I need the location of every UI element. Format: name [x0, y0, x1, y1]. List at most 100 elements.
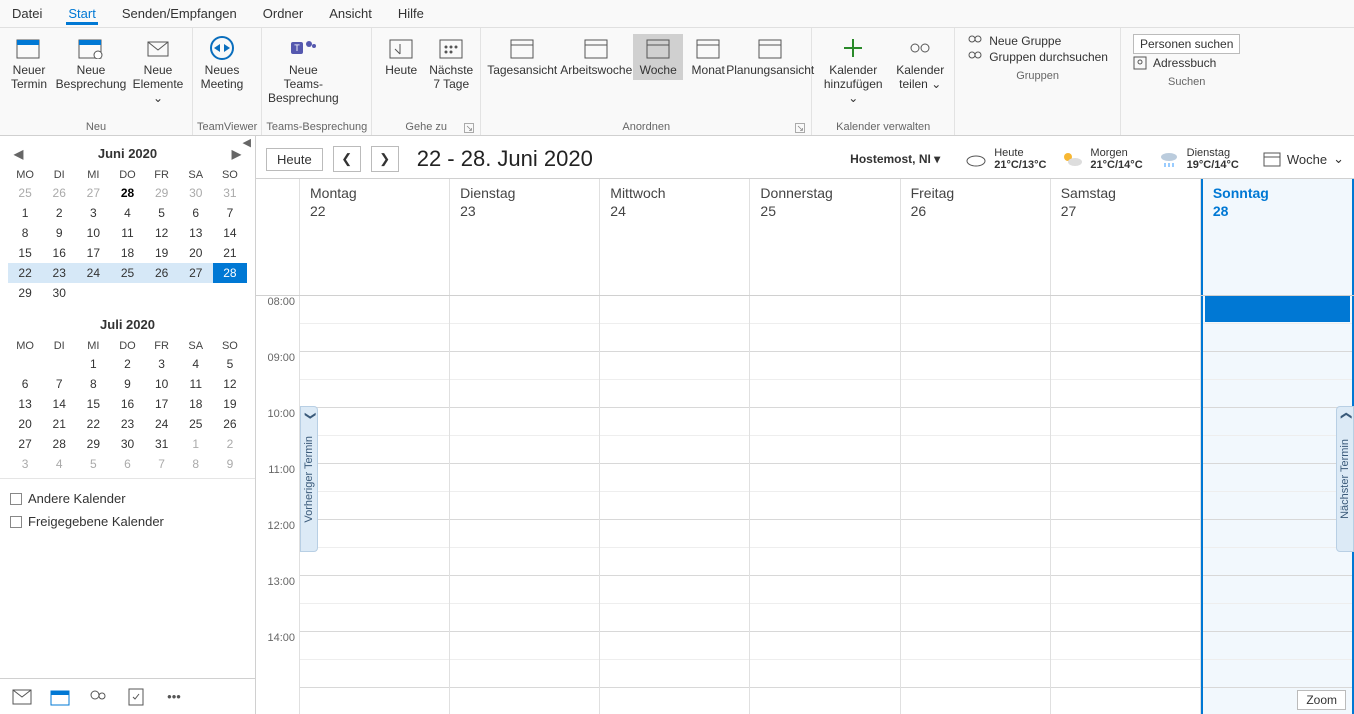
collapse-sidebar-icon[interactable]: ◀: [243, 136, 251, 149]
mini-cal-day[interactable]: 9: [42, 223, 76, 243]
new-appointment-button[interactable]: Neuer Termin: [4, 34, 54, 94]
tasks-icon[interactable]: [126, 687, 146, 707]
add-calendar-button[interactable]: Kalender hinzufügen ⌄: [816, 34, 890, 107]
weather-dienstag[interactable]: Dienstag19°C/14°C: [1157, 147, 1239, 171]
mini-cal-day[interactable]: 29: [8, 283, 42, 303]
next-7-days-button[interactable]: Nächste 7 Tage: [426, 34, 476, 94]
teams-meeting-button[interactable]: T Neue Teams-Besprechung: [266, 34, 340, 107]
mini-cal-day[interactable]: 10: [145, 374, 179, 394]
day-column-freitag[interactable]: [901, 296, 1051, 714]
mini-cal-day[interactable]: 23: [42, 263, 76, 283]
mini-cal-day[interactable]: 2: [110, 354, 144, 374]
mini-cal-day[interactable]: 20: [179, 243, 213, 263]
mini-cal-day[interactable]: 1: [179, 434, 213, 454]
checkbox-icon[interactable]: [10, 516, 22, 528]
day-header-montag[interactable]: Montag22: [300, 179, 450, 295]
mini-cal-day[interactable]: 31: [213, 183, 247, 203]
mini-cal-day[interactable]: 30: [110, 434, 144, 454]
mini-cal-day[interactable]: 19: [213, 394, 247, 414]
view-tagesansicht-button[interactable]: Tagesansicht: [485, 34, 559, 80]
new-group-button[interactable]: Neue Gruppe: [967, 34, 1108, 48]
mini-cal-day[interactable]: 9: [213, 454, 247, 474]
view-woche-button[interactable]: Woche: [633, 34, 683, 80]
calendar-icon[interactable]: [50, 687, 70, 707]
mini-cal-day[interactable]: 1: [8, 203, 42, 223]
mini-cal-day[interactable]: 24: [145, 414, 179, 434]
mini-cal-day[interactable]: 30: [42, 283, 76, 303]
weather-heute[interactable]: Heute21°C/13°C: [964, 147, 1046, 171]
goto-today-button[interactable]: Heute: [376, 34, 426, 80]
mini-cal-day[interactable]: 23: [110, 414, 144, 434]
people-icon[interactable]: [88, 687, 108, 707]
mini-cal-day[interactable]: 20: [8, 414, 42, 434]
mail-icon[interactable]: [12, 687, 32, 707]
mini-cal-day[interactable]: 25: [179, 414, 213, 434]
mini-cal-day[interactable]: 6: [179, 203, 213, 223]
mini-cal-day[interactable]: 14: [213, 223, 247, 243]
mini-cal-day[interactable]: 8: [76, 374, 110, 394]
mini-cal-day[interactable]: 2: [42, 203, 76, 223]
mini-cal-day[interactable]: 7: [42, 374, 76, 394]
more-icon[interactable]: •••: [164, 687, 184, 707]
mini-cal-day[interactable]: 27: [8, 434, 42, 454]
menu-ansicht[interactable]: Ansicht: [327, 2, 374, 25]
mini-cal-day[interactable]: 4: [179, 354, 213, 374]
weather-morgen[interactable]: Morgen21°C/14°C: [1060, 147, 1142, 171]
day-header-samstag[interactable]: Samstag27: [1051, 179, 1201, 295]
mini-cal-day[interactable]: 2: [213, 434, 247, 454]
mini-cal-day[interactable]: 5: [76, 454, 110, 474]
menu-datei[interactable]: Datei: [10, 2, 44, 25]
view-selector[interactable]: Woche ⌄: [1263, 151, 1344, 167]
day-column-mittwoch[interactable]: [600, 296, 750, 714]
mini-cal-day[interactable]: 28: [213, 263, 247, 283]
mini-cal-day[interactable]: 28: [42, 434, 76, 454]
day-column-dienstag[interactable]: [450, 296, 600, 714]
mini-cal-day[interactable]: 13: [8, 394, 42, 414]
day-header-freitag[interactable]: Freitag26: [901, 179, 1051, 295]
day-column-samstag[interactable]: [1051, 296, 1201, 714]
mini-cal-day[interactable]: 26: [42, 183, 76, 203]
mini-cal-day[interactable]: 26: [213, 414, 247, 434]
mini-cal-day[interactable]: 18: [110, 243, 144, 263]
mini-cal-day[interactable]: 4: [110, 203, 144, 223]
mini-cal-day[interactable]: 8: [179, 454, 213, 474]
mini-cal-day[interactable]: 1: [76, 354, 110, 374]
mini-cal-day[interactable]: 16: [42, 243, 76, 263]
menu-senden/empfangen[interactable]: Senden/Empfangen: [120, 2, 239, 25]
mini-cal-day[interactable]: 28: [110, 183, 144, 203]
mini-cal-day[interactable]: 9: [110, 374, 144, 394]
prev-week-button[interactable]: ❮: [333, 146, 361, 172]
day-header-sonntag[interactable]: Sonntag28: [1201, 179, 1354, 295]
mini-cal-day[interactable]: 8: [8, 223, 42, 243]
new-meeting-button[interactable]: Neue Besprechung: [54, 34, 128, 94]
mini-cal-day[interactable]: 7: [213, 203, 247, 223]
mini-cal-day[interactable]: 22: [8, 263, 42, 283]
day-column-montag[interactable]: [300, 296, 450, 714]
day-column-donnerstag[interactable]: [750, 296, 900, 714]
prev-month-icon[interactable]: ◀: [14, 147, 23, 161]
dialog-launcher-icon[interactable]: ↘: [795, 123, 805, 133]
mini-cal-day[interactable]: 29: [145, 183, 179, 203]
menu-ordner[interactable]: Ordner: [261, 2, 305, 25]
mini-cal-day[interactable]: 21: [213, 243, 247, 263]
mini-cal-day[interactable]: 19: [145, 243, 179, 263]
mini-cal-day[interactable]: 5: [145, 203, 179, 223]
calendar-list-item[interactable]: Andere Kalender: [10, 487, 245, 510]
day-header-donnerstag[interactable]: Donnerstag25: [750, 179, 900, 295]
browse-groups-button[interactable]: Gruppen durchsuchen: [967, 50, 1108, 64]
mini-cal-day[interactable]: 12: [145, 223, 179, 243]
view-planungsansicht-button[interactable]: Planungsansicht: [733, 34, 807, 80]
next-week-button[interactable]: ❯: [371, 146, 399, 172]
mini-cal-day[interactable]: 30: [179, 183, 213, 203]
day-header-mittwoch[interactable]: Mittwoch24: [600, 179, 750, 295]
mini-cal-day[interactable]: 14: [42, 394, 76, 414]
day-header-dienstag[interactable]: Dienstag23: [450, 179, 600, 295]
mini-cal-day[interactable]: 17: [76, 243, 110, 263]
calendar-event[interactable]: [1205, 296, 1350, 322]
mini-cal-day[interactable]: 25: [110, 263, 144, 283]
mini-cal-day[interactable]: 13: [179, 223, 213, 243]
menu-start[interactable]: Start: [66, 2, 97, 25]
mini-cal-day[interactable]: 17: [145, 394, 179, 414]
address-book-button[interactable]: Adressbuch: [1133, 56, 1240, 70]
teamviewer-meeting-button[interactable]: Neues Meeting: [197, 34, 247, 94]
